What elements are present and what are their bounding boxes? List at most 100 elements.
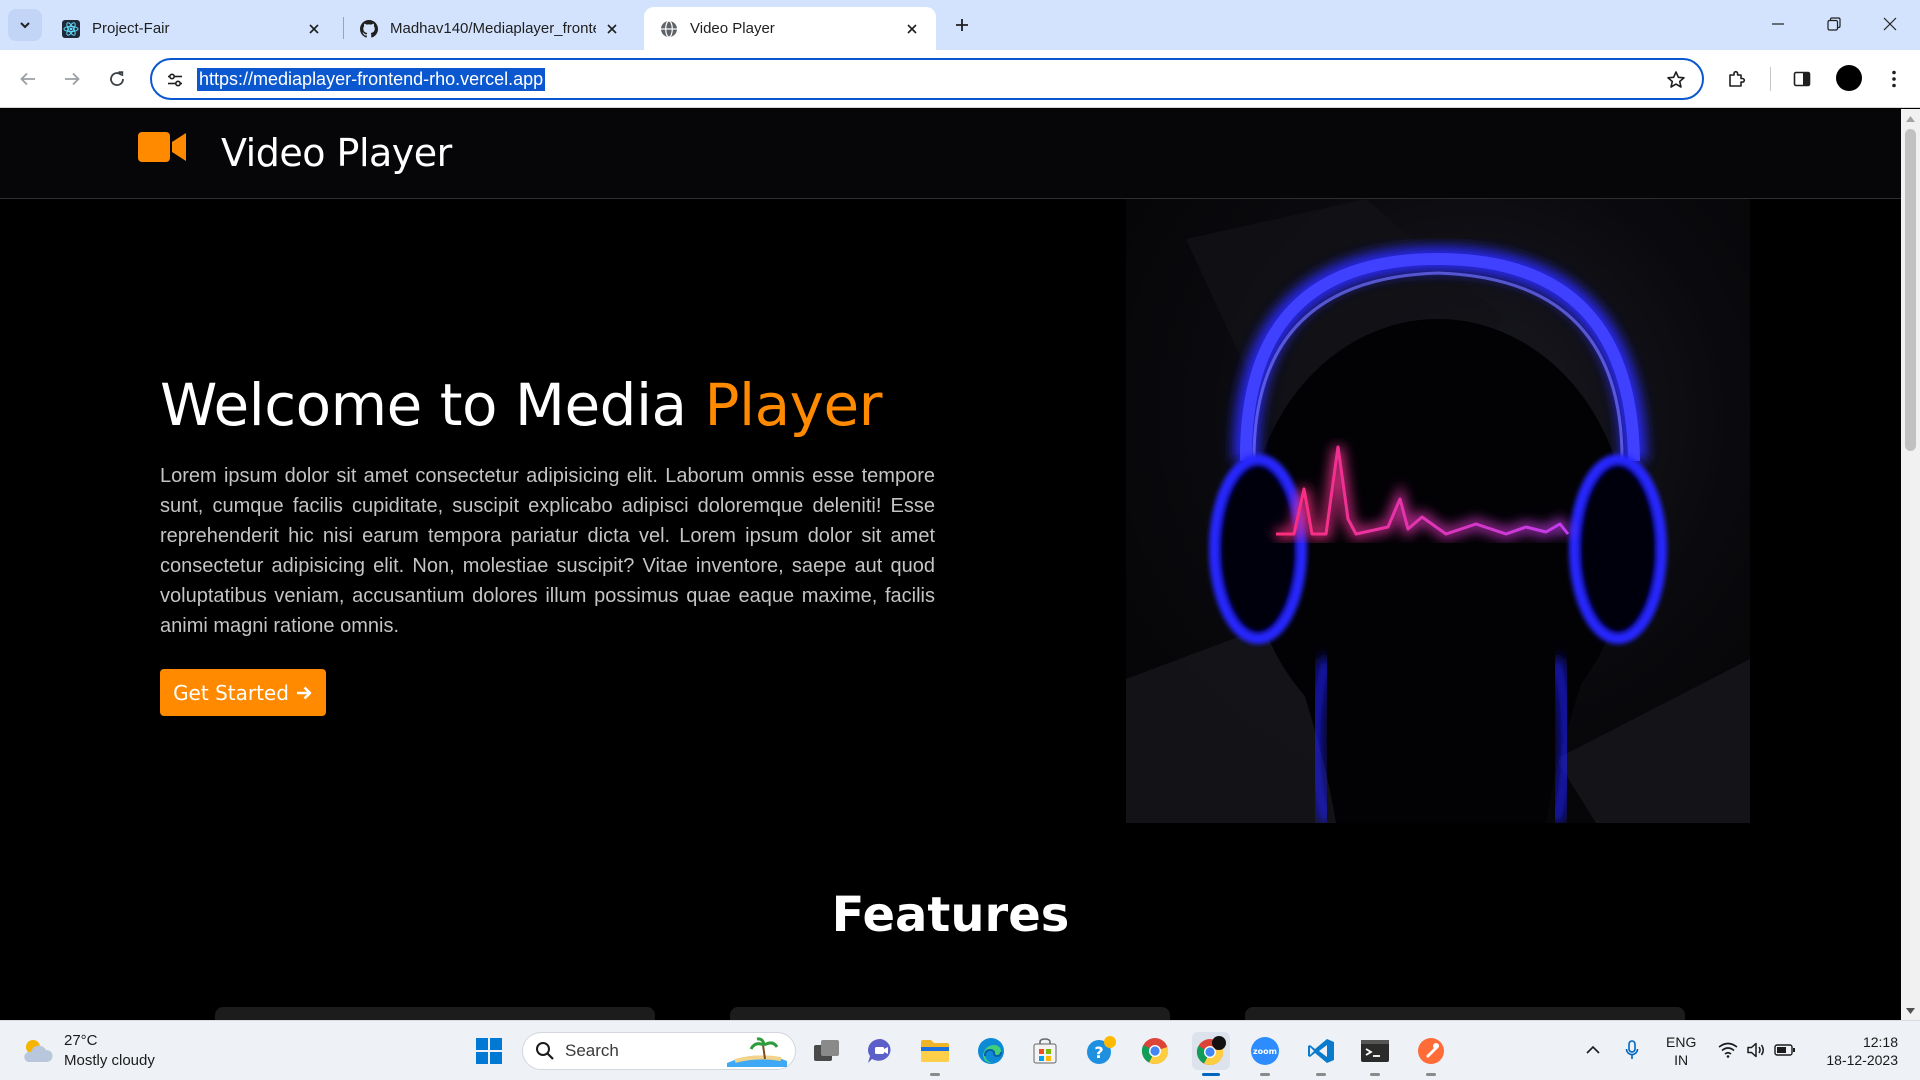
region-code: IN: [1674, 1052, 1689, 1068]
battery-status[interactable]: [1772, 1031, 1798, 1069]
hero-description: Lorem ipsum dolor sit amet consectetur a…: [160, 465, 935, 637]
globe-icon: [660, 19, 678, 38]
beach-icon: [727, 1037, 787, 1067]
chrome-button[interactable]: [1136, 1032, 1174, 1070]
arrow-left-icon: [20, 72, 35, 86]
browser-toolbar: https://mediaplayer-frontend-rho.vercel.…: [0, 50, 1920, 108]
tab-strip: Project-Fair Madhav140/Mediaplayer_front…: [0, 0, 1920, 50]
side-panel-button[interactable]: [1786, 63, 1818, 95]
scroll-up-icon[interactable]: [1905, 113, 1916, 124]
edge-icon: [978, 1038, 1004, 1064]
forward-button[interactable]: [56, 63, 88, 95]
reload-button[interactable]: [101, 63, 133, 95]
chrome-profile-icon: [1196, 1036, 1226, 1066]
postman-button[interactable]: [1412, 1032, 1450, 1076]
vscode-icon: [1308, 1039, 1334, 1063]
volume-status[interactable]: [1744, 1031, 1768, 1069]
github-icon: [360, 19, 378, 38]
running-indicator: [1316, 1073, 1326, 1076]
teams-chat-button[interactable]: [862, 1032, 900, 1070]
vscode-button[interactable]: [1302, 1032, 1340, 1076]
show-hidden-icons-button[interactable]: [1580, 1031, 1606, 1069]
weather-desc: Mostly cloudy: [64, 1052, 155, 1069]
scrollbar-thumb[interactable]: [1905, 129, 1916, 451]
wifi-status[interactable]: [1716, 1031, 1740, 1069]
taskbar-search[interactable]: Search: [522, 1032, 796, 1070]
close-window-button[interactable]: [1862, 0, 1918, 48]
running-indicator: [1426, 1073, 1436, 1076]
clock-time: 12:18: [1862, 1034, 1898, 1050]
url-text[interactable]: https://mediaplayer-frontend-rho.vercel.…: [197, 68, 546, 91]
svg-text:?: ?: [1094, 1043, 1103, 1062]
task-view-button[interactable]: [808, 1032, 846, 1070]
minimize-button[interactable]: [1750, 0, 1806, 48]
tab-search-button[interactable]: [8, 9, 42, 41]
restore-icon: [1827, 17, 1841, 31]
site-brand[interactable]: Video Player: [221, 131, 452, 175]
zoom-icon: zoom: [1251, 1037, 1279, 1065]
site-info-icon[interactable]: [164, 69, 186, 91]
browser-menu-button[interactable]: [1878, 63, 1910, 95]
site-navbar: Video Player: [0, 109, 1901, 199]
tab-close-icon[interactable]: [902, 19, 922, 39]
microphone-button[interactable]: [1620, 1031, 1644, 1069]
clock-date: 18-12-2023: [1826, 1052, 1898, 1068]
zoom-button[interactable]: zoom: [1246, 1032, 1284, 1076]
tab-github-repo[interactable]: Madhav140/Mediaplayer_frontend: [344, 7, 636, 50]
chrome-profile-button[interactable]: [1192, 1032, 1230, 1076]
tab-video-player[interactable]: Video Player: [644, 7, 936, 50]
terminal-button[interactable]: [1356, 1032, 1394, 1076]
page-viewport: Video Player Welcome to Media Player Lor…: [0, 109, 1901, 1020]
features-heading: Features: [831, 887, 1070, 943]
feature-card: [215, 1007, 655, 1020]
terminal-icon: [1361, 1040, 1389, 1062]
video-camera-icon[interactable]: [138, 130, 186, 164]
start-button[interactable]: [470, 1032, 508, 1070]
back-button[interactable]: [12, 63, 44, 95]
weather-widget[interactable]: 27°C Mostly cloudy: [20, 1029, 155, 1073]
profile-avatar[interactable]: [1836, 65, 1862, 91]
tab-close-icon[interactable]: [304, 19, 324, 39]
running-indicator: [1370, 1073, 1380, 1076]
tab-title: Madhav140/Mediaplayer_frontend: [390, 20, 596, 37]
bookmark-star-icon[interactable]: [1664, 68, 1688, 92]
cloud-sun-icon: [24, 1040, 53, 1062]
hero-title-main: Welcome to Media: [160, 371, 705, 439]
hero-title: Welcome to Media Player: [160, 371, 883, 439]
close-icon: [1883, 17, 1897, 31]
running-indicator: [1260, 1073, 1270, 1076]
battery-icon: [1774, 1044, 1795, 1056]
page-scrollbar[interactable]: [1901, 109, 1920, 1020]
minimize-icon: [1772, 23, 1784, 25]
svg-text:zoom: zoom: [1253, 1047, 1277, 1056]
new-tab-button[interactable]: [948, 11, 976, 39]
tab-title: Project-Fair: [92, 20, 170, 37]
edge-button[interactable]: [972, 1032, 1010, 1070]
side-panel-icon: [1793, 71, 1811, 87]
store-button[interactable]: [1026, 1032, 1064, 1070]
scroll-down-icon[interactable]: [1905, 1005, 1916, 1016]
search-icon: [536, 1042, 554, 1060]
tab-project-fair[interactable]: Project-Fair: [46, 7, 338, 50]
tab-close-icon[interactable]: [602, 19, 622, 39]
arrow-right-icon: [295, 684, 313, 702]
chat-icon: [868, 1038, 891, 1063]
extensions-button[interactable]: [1720, 63, 1752, 95]
get-help-button[interactable]: ?: [1082, 1032, 1120, 1070]
plus-icon: [956, 19, 968, 31]
feature-card: [730, 1007, 1170, 1020]
reload-icon: [110, 71, 124, 86]
task-view-icon: [814, 1040, 839, 1061]
speaker-icon: [1747, 1042, 1764, 1058]
chevron-down-icon: [20, 22, 30, 29]
store-icon: [1033, 1038, 1057, 1064]
get-started-button[interactable]: Get Started: [160, 669, 326, 716]
arrow-right-icon: [65, 72, 80, 86]
help-icon: ?: [1087, 1036, 1116, 1064]
restore-button[interactable]: [1806, 0, 1862, 48]
address-bar[interactable]: https://mediaplayer-frontend-rho.vercel.…: [150, 58, 1704, 100]
search-label: Search: [565, 1041, 619, 1060]
file-explorer-button[interactable]: [916, 1032, 954, 1076]
language-indicator[interactable]: ENG IN: [1666, 1033, 1696, 1069]
system-clock[interactable]: 12:18 18-12-2023: [1812, 1033, 1898, 1069]
